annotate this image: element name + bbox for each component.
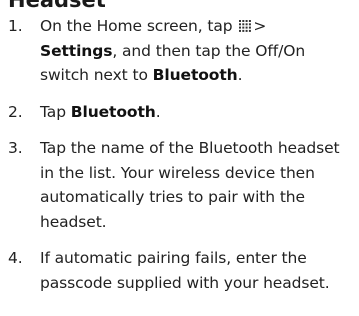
step-2: 2. Tap Bluetooth. xyxy=(0,100,359,125)
settings-keyword: Settings xyxy=(40,41,113,60)
step-number: 2. xyxy=(8,102,23,121)
step-text-part: On the Home screen, tap xyxy=(40,17,233,35)
step-text: If automatic pairing fails, enter the pa… xyxy=(40,249,330,292)
section-heading: Headset xyxy=(8,0,106,12)
step-text-end: . xyxy=(237,66,243,84)
step-text: Tap the name of the Bluetooth headset in… xyxy=(40,139,340,231)
step-text-end: . xyxy=(155,102,161,121)
step-1: 1. On the Home screen, tap > Settings, an… xyxy=(0,14,359,88)
step-text: Tap Bluetooth. xyxy=(40,100,357,125)
bluetooth-keyword: Bluetooth xyxy=(70,102,156,121)
step-number: 3. xyxy=(8,139,23,157)
apps-grid-icon xyxy=(239,20,252,32)
step-3: 3. Tap the name of the Bluetooth headset… xyxy=(0,136,359,234)
instruction-steps: 1. On the Home screen, tap > Settings, an… xyxy=(0,14,359,295)
chevron-right-icon: > xyxy=(253,17,267,35)
step-4: 4. If automatic pairing fails, enter the… xyxy=(0,246,359,295)
step-number: 4. xyxy=(8,249,23,267)
step-number: 1. xyxy=(8,17,23,35)
step-text-part: Tap xyxy=(40,102,66,121)
step-text: On the Home screen, tap > Settings, and t… xyxy=(40,14,357,88)
bluetooth-keyword: Bluetooth xyxy=(152,66,238,84)
